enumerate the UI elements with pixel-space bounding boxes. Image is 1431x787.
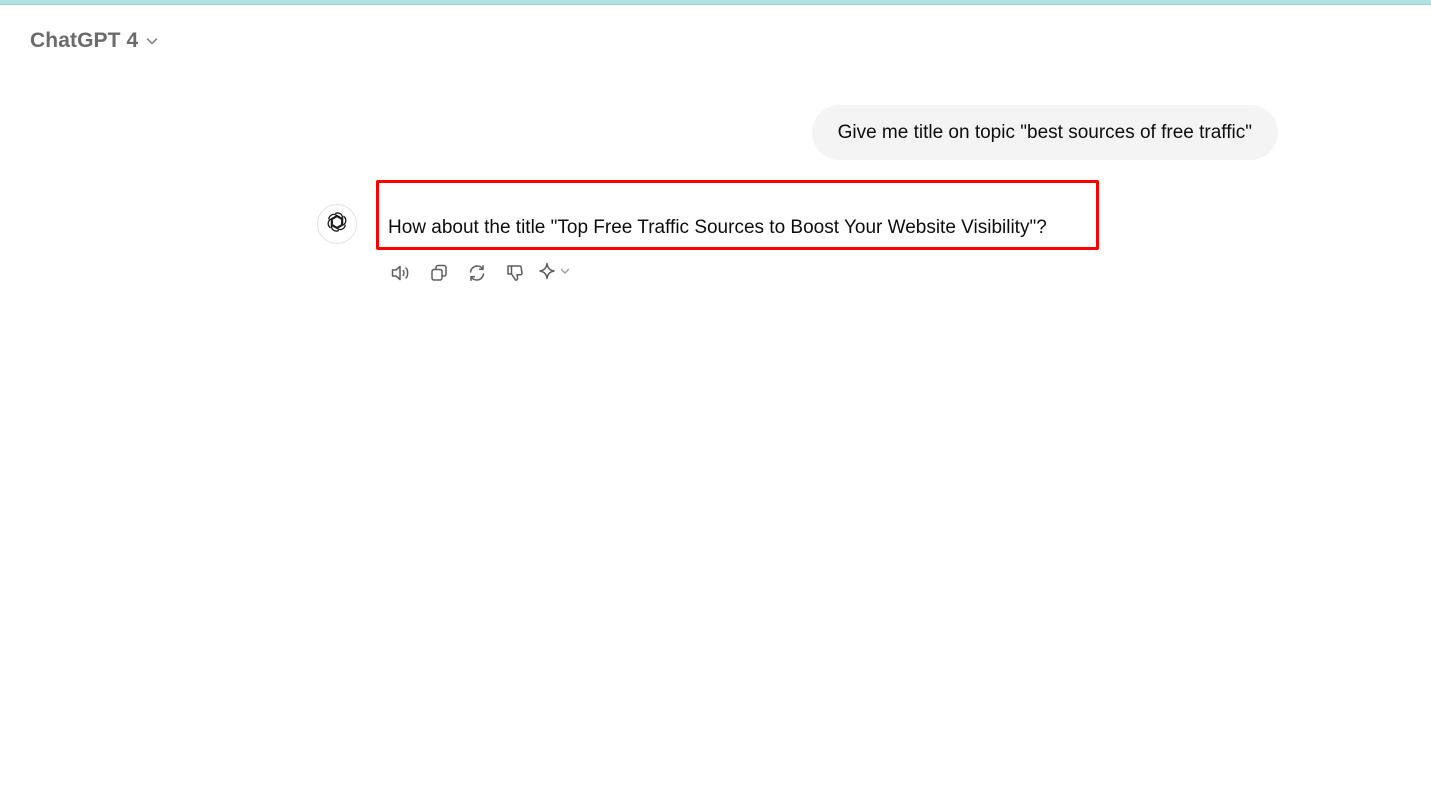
model-selector-button[interactable]: ChatGPT 4 <box>22 26 168 56</box>
top-accent-strip <box>0 0 1431 5</box>
assistant-avatar <box>317 204 357 244</box>
copy-icon <box>429 263 449 283</box>
bad-response-button[interactable] <box>496 260 534 286</box>
change-model-button[interactable] <box>534 260 574 286</box>
chevron-down-icon <box>559 264 571 282</box>
refresh-icon <box>467 263 487 283</box>
chevron-down-icon <box>144 33 160 49</box>
regenerate-button[interactable] <box>458 260 496 286</box>
openai-logo-icon <box>325 210 349 239</box>
sparkle-icon <box>537 261 557 286</box>
copy-button[interactable] <box>420 260 458 286</box>
assistant-message-text: How about the title "Top Free Traffic So… <box>388 217 1047 238</box>
user-message-text: Give me title on topic "best sources of … <box>837 121 1252 143</box>
message-actions-bar <box>382 260 574 286</box>
user-message-bubble: Give me title on topic "best sources of … <box>811 105 1278 160</box>
model-name-label: ChatGPT 4 <box>30 29 139 52</box>
thumbs-down-icon <box>505 263 525 283</box>
read-aloud-button[interactable] <box>382 260 420 286</box>
speaker-icon <box>390 263 412 283</box>
